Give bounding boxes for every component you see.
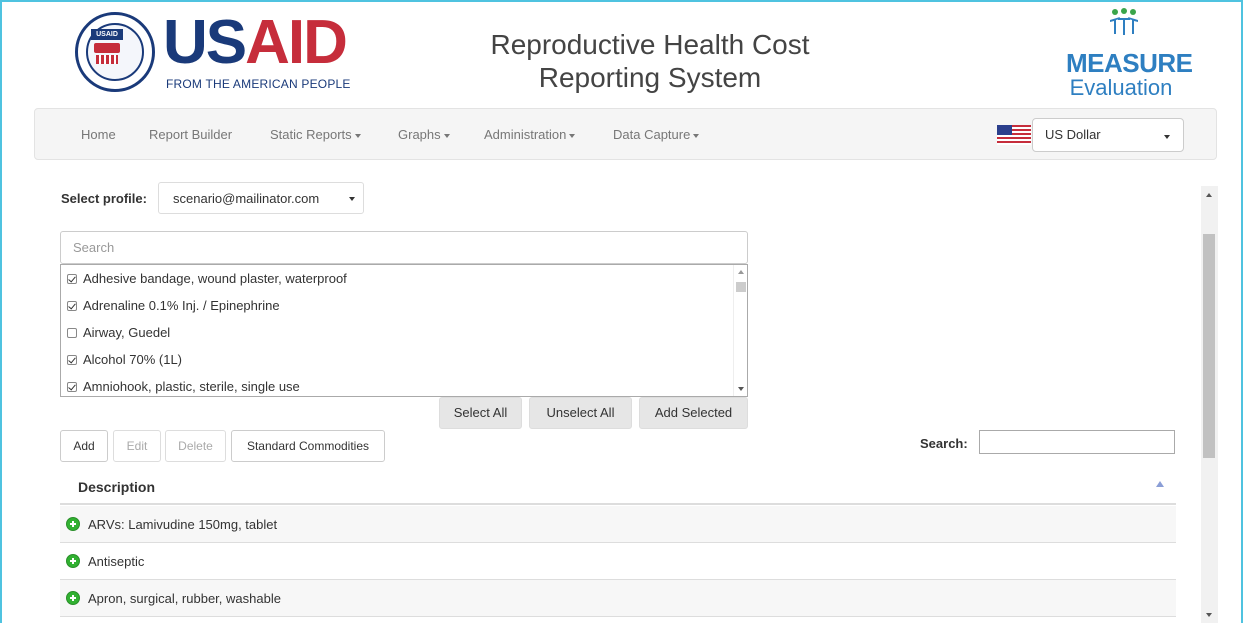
table-search-input[interactable] [979, 430, 1175, 454]
list-item[interactable]: Adrenaline 0.1% Inj. / Epinephrine [61, 292, 747, 319]
scroll-down-icon[interactable] [738, 387, 744, 391]
caret-down-icon [1164, 135, 1170, 139]
sort-ascending-icon[interactable] [1156, 481, 1164, 487]
commodity-listbox: Adhesive bandage, wound plaster, waterpr… [60, 264, 748, 397]
checkbox-checked[interactable] [67, 354, 77, 365]
page-title-line1: Reproductive Health Cost [490, 29, 810, 60]
nav-home[interactable]: Home [81, 127, 116, 142]
select-all-button[interactable]: Select All [439, 397, 522, 429]
list-item[interactable]: Alcohol 70% (1L) [61, 346, 747, 373]
scrollbar-thumb[interactable] [736, 282, 746, 292]
commodity-search-input[interactable]: Search [60, 231, 748, 264]
table-cell-description: Apron, surgical, rubber, washable [88, 591, 281, 606]
expand-plus-icon[interactable] [66, 591, 80, 605]
measure-wordmark: MEASURE [1066, 48, 1193, 78]
unselect-all-button[interactable]: Unselect All [529, 397, 632, 429]
table-row[interactable]: Apron, surgical, rubber, washable [60, 580, 1176, 617]
caret-down-icon [569, 133, 576, 138]
table-row[interactable]: ARVs: Lamivudine 150mg, tablet [60, 506, 1176, 543]
usaid-seal-icon: USAID [75, 12, 155, 92]
list-item[interactable]: Adhesive bandage, wound plaster, waterpr… [61, 265, 747, 292]
scroll-down-icon[interactable] [1206, 613, 1212, 617]
table-cell-description: ARVs: Lamivudine 150mg, tablet [88, 517, 278, 532]
profile-select[interactable]: scenario@mailinator.com [158, 182, 364, 214]
scroll-up-icon[interactable] [1206, 193, 1212, 197]
measure-evaluation-logo: MEASURE Evaluation [1066, 8, 1193, 102]
delete-button[interactable]: Delete [165, 430, 226, 462]
nav-static-reports[interactable]: Static Reports [270, 127, 361, 142]
expand-plus-icon[interactable] [66, 554, 80, 568]
usaid-seal-badge: USAID [91, 29, 123, 40]
profile-value: scenario@mailinator.com [173, 191, 320, 206]
caret-down-icon [349, 197, 355, 201]
checkbox-checked[interactable] [67, 381, 77, 392]
checkbox-checked[interactable] [67, 300, 77, 311]
nav-report-builder[interactable]: Report Builder [149, 127, 232, 142]
add-button[interactable]: Add [60, 430, 108, 462]
currency-value: US Dollar [1045, 127, 1101, 142]
checkbox-checked[interactable] [67, 273, 77, 284]
standard-commodities-button[interactable]: Standard Commodities [231, 430, 385, 462]
evaluation-wordmark: Evaluation [1069, 75, 1173, 100]
usaid-logo: USAID USAID FROM THE AMERICAN PEOPLE [75, 10, 355, 102]
checkbox-unchecked[interactable] [67, 327, 77, 338]
scrollbar-thumb[interactable] [1203, 234, 1215, 458]
expand-plus-icon[interactable] [66, 517, 80, 531]
page-title-line2: Reporting System [538, 62, 762, 93]
caret-down-icon [354, 133, 361, 138]
table-row[interactable]: Antiseptic [60, 543, 1176, 580]
main-navbar: Home Report Builder Static Reports Graph… [34, 108, 1217, 160]
scroll-up-icon[interactable] [738, 270, 744, 274]
list-item[interactable]: Amniohook, plastic, sterile, single use [61, 373, 747, 396]
table-search-label: Search: [920, 436, 968, 451]
usaid-wordmark: USAID [163, 8, 348, 77]
nav-administration[interactable]: Administration [484, 127, 576, 142]
caret-down-icon [693, 133, 700, 138]
table-header: Description [60, 467, 1176, 505]
page-scrollbar[interactable] [1201, 186, 1218, 623]
us-flag-icon [997, 125, 1031, 145]
nav-data-capture[interactable]: Data Capture [613, 127, 700, 142]
profile-label: Select profile: [61, 191, 147, 206]
caret-down-icon [443, 133, 450, 138]
edit-button[interactable]: Edit [113, 430, 161, 462]
column-header-description[interactable]: Description [78, 479, 155, 495]
usaid-tagline: FROM THE AMERICAN PEOPLE [166, 77, 351, 91]
people-icon [1110, 8, 1138, 35]
listbox-scrollbar[interactable] [733, 265, 747, 396]
table-cell-description: Antiseptic [88, 554, 145, 569]
page-title: Reproductive Health Cost Reporting Syste… [460, 28, 840, 94]
add-selected-button[interactable]: Add Selected [639, 397, 748, 429]
nav-graphs[interactable]: Graphs [398, 127, 450, 142]
list-item[interactable]: Airway, Guedel [61, 319, 747, 346]
currency-select[interactable]: US Dollar [1032, 118, 1184, 152]
